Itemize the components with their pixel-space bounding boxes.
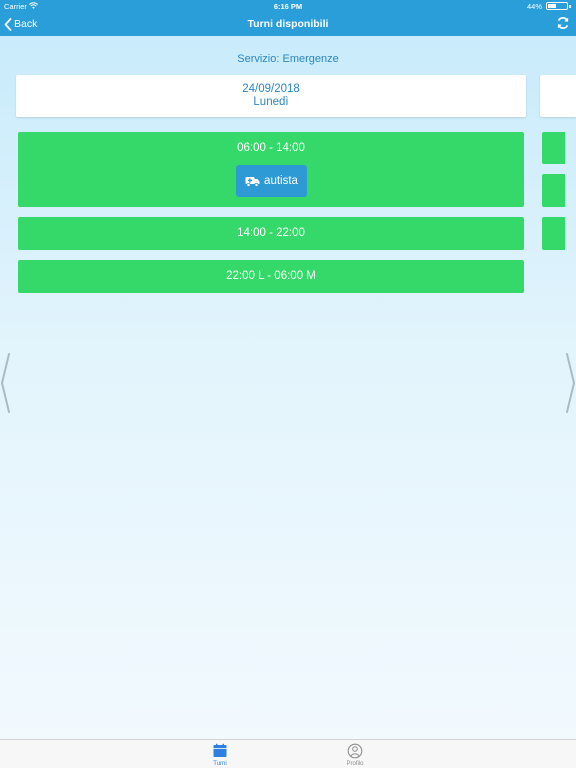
next-day-shift-peek[interactable] xyxy=(542,217,565,250)
shift-time-label: 06:00 - 14:00 xyxy=(237,142,305,154)
page-title: Turni disponibili xyxy=(247,18,329,30)
shift-time-label: 22:00 L - 06:00 M xyxy=(226,270,316,282)
role-label: autista xyxy=(264,175,298,187)
date-label: 24/09/2018 xyxy=(242,83,300,95)
tab-label: Profilo xyxy=(346,761,364,767)
shift-slot-morning[interactable]: 06:00 - 14:00 autista xyxy=(18,132,524,207)
battery-icon xyxy=(546,2,571,10)
shift-time-label: 14:00 - 22:00 xyxy=(237,227,305,239)
tab-bar: Turni Profilo xyxy=(0,739,576,768)
status-bar: Carrier 6:16 PM 44% xyxy=(0,0,576,12)
navigation-bar: Back Turni disponibili xyxy=(0,12,576,36)
calendar-icon xyxy=(213,743,227,757)
next-day-shift-peek[interactable] xyxy=(542,132,565,164)
ambulance-icon xyxy=(245,176,260,187)
service-title: Servizio: Emergenze xyxy=(237,53,339,65)
tab-label: Turni xyxy=(213,761,227,767)
shift-slot-night[interactable]: 22:00 L - 06:00 M xyxy=(18,260,524,293)
date-card: 24/09/2018 Lunedì xyxy=(16,75,526,117)
tab-turni[interactable]: Turni xyxy=(200,743,240,767)
role-autista-button[interactable]: autista xyxy=(236,165,307,197)
next-day-card[interactable] xyxy=(540,75,576,117)
refresh-icon[interactable] xyxy=(556,16,570,30)
next-day-shift-peek[interactable] xyxy=(542,174,565,207)
next-day-arrow-icon[interactable] xyxy=(564,352,576,414)
clock: 6:16 PM xyxy=(273,2,303,11)
profile-icon xyxy=(347,743,363,759)
weekday-label: Lunedì xyxy=(253,96,289,108)
tab-profilo[interactable]: Profilo xyxy=(335,743,375,767)
previous-day-arrow-icon[interactable] xyxy=(0,352,12,414)
shift-slot-afternoon[interactable]: 14:00 - 22:00 xyxy=(18,217,524,250)
battery-percent: 44% xyxy=(526,2,542,11)
